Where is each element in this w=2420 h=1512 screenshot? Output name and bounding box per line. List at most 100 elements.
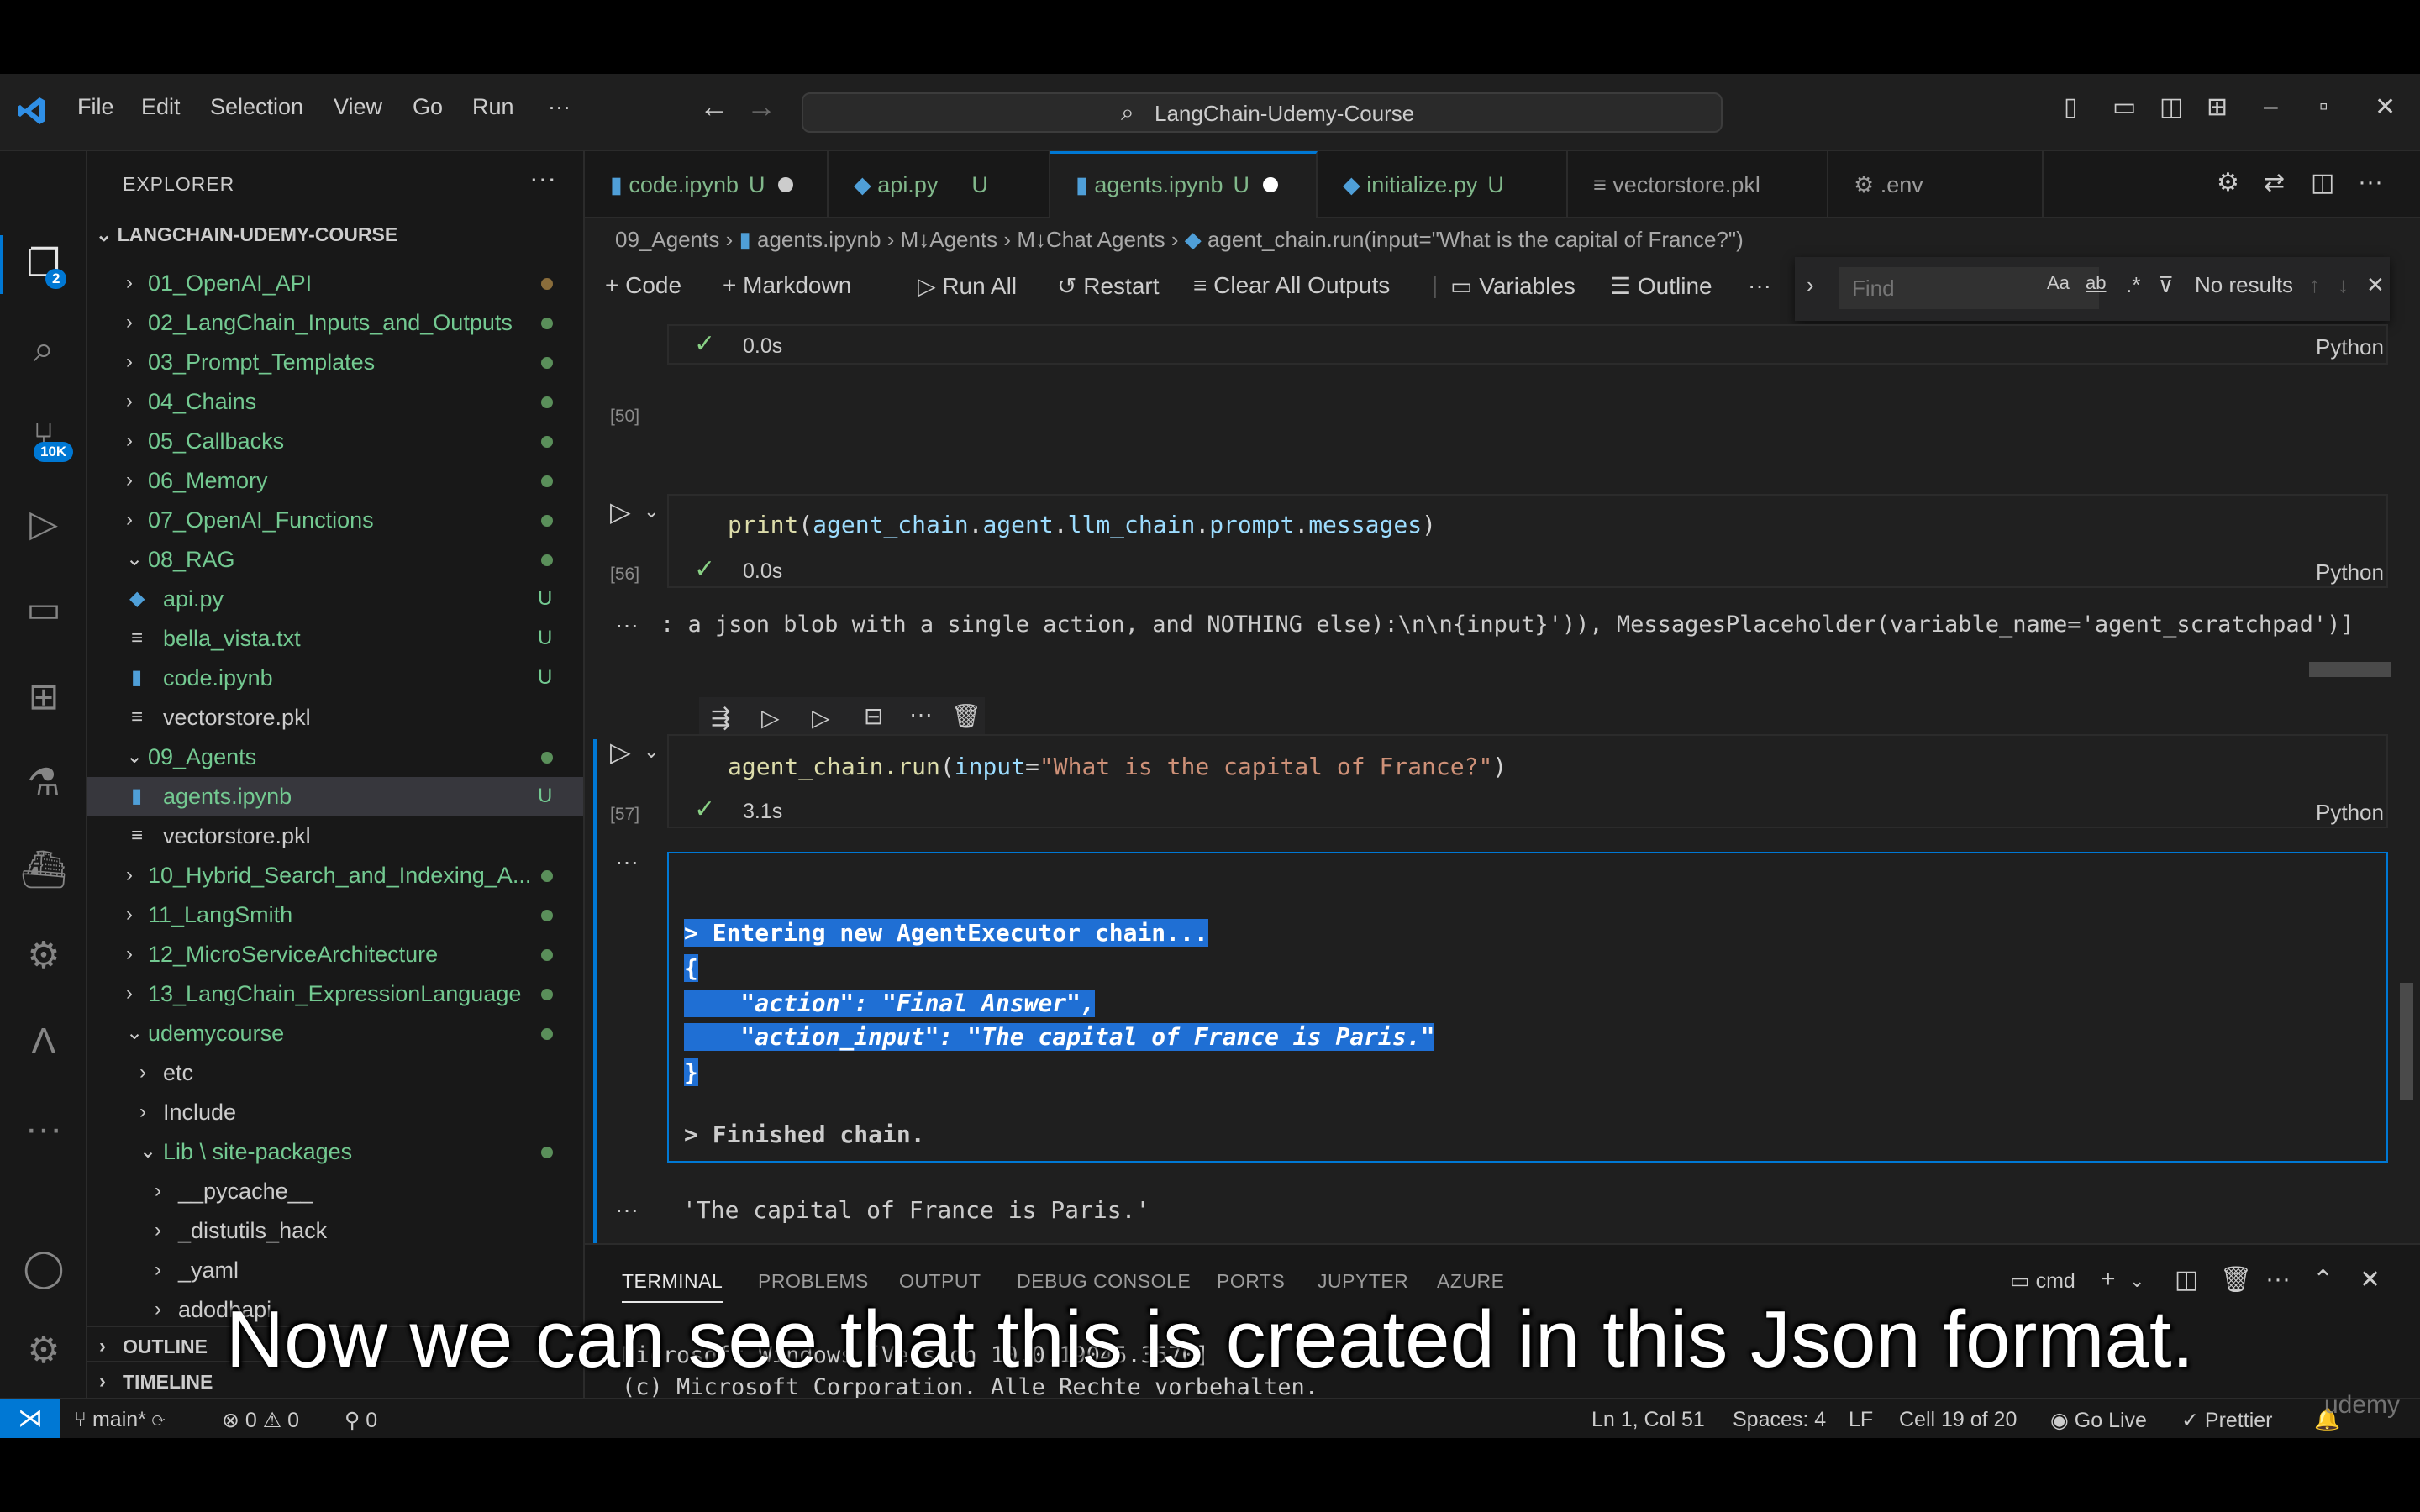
breadcrumb-item[interactable]: 09_Agents	[615, 227, 719, 252]
code-cell-57[interactable]: agent_chain.run(input="What is the capit…	[667, 734, 2388, 828]
azure-icon[interactable]: Λ	[18, 1016, 69, 1067]
cursor-position[interactable]: Ln 1, Col 51	[1591, 1408, 1705, 1432]
ports-indicator[interactable]: ⚲ 0	[345, 1408, 377, 1433]
tree-folder-udemycourse[interactable]: ⌄ udemycourse	[87, 1014, 583, 1053]
jupyter-icon[interactable]: ⚙	[18, 931, 69, 981]
kill-terminal-icon[interactable]: 🗑	[2220, 1265, 2252, 1294]
tree-file-bella-vista[interactable]: ≡ bella_vista.txt U	[87, 619, 583, 658]
testing-icon[interactable]: ⚗	[18, 758, 69, 808]
output-more-icon[interactable]: ···	[615, 848, 639, 875]
vertical-scrollbar[interactable]	[2400, 983, 2413, 1100]
tab-vectorstore-pkl[interactable]: ≡ vectorstore.pkl	[1568, 151, 1828, 218]
search-icon[interactable]: ⌕	[18, 324, 69, 375]
end-of-line[interactable]: LF	[1849, 1408, 1873, 1432]
toggle-panel-icon[interactable]: ▭	[2112, 92, 2136, 122]
chevron-down-icon[interactable]: ⌄	[644, 501, 659, 522]
minimize-icon[interactable]: –	[2264, 92, 2278, 121]
regex-icon[interactable]: .*	[2126, 272, 2140, 298]
match-word-icon[interactable]: ab	[2086, 272, 2106, 294]
cell-more-icon[interactable]: ···	[909, 701, 933, 727]
next-match-icon[interactable]: ↓	[2338, 272, 2349, 298]
chevron-down-icon[interactable]: ⌄	[644, 741, 659, 763]
indentation[interactable]: Spaces: 4	[1733, 1408, 1826, 1432]
tree-folder-10[interactable]: › 10_Hybrid_Search_and_Indexing_A...	[87, 856, 583, 895]
breadcrumb-item[interactable]: M↓Chat Agents	[1017, 227, 1165, 252]
tree-folder-11[interactable]: › 11_LangSmith	[87, 895, 583, 934]
tree-folder-01[interactable]: › 01_OpenAI_API	[87, 264, 583, 302]
command-center-search[interactable]: ⌕ LangChain-Udemy-Course	[802, 92, 1723, 133]
cell-language[interactable]: Python	[2316, 334, 2384, 360]
run-cell-icon[interactable]: ▷	[610, 736, 631, 768]
split-terminal-icon[interactable]: ◫	[2175, 1265, 2198, 1294]
close-panel-icon[interactable]: ✕	[2360, 1265, 2381, 1294]
remote-explorer-icon[interactable]: ▭	[18, 585, 69, 635]
tab-ports[interactable]: PORTS	[1217, 1270, 1285, 1293]
cell-output[interactable]: > Entering new AgentExecutor chain... { …	[667, 852, 2388, 1163]
filter-icon[interactable]: ⊽	[2158, 272, 2174, 298]
cell-language[interactable]: Python	[2316, 559, 2384, 585]
tree-file-api-py[interactable]: ◆ api.py U	[87, 580, 583, 618]
terminal-shell-selector[interactable]: ▭ cmd	[2010, 1268, 2075, 1294]
more-actions-icon[interactable]: ···	[2358, 168, 2383, 197]
run-debug-icon[interactable]: ▷	[18, 499, 69, 549]
menu-edit[interactable]: Edit	[141, 94, 181, 120]
tab-env[interactable]: ⚙ .env	[1828, 151, 2044, 218]
cell-indicator[interactable]: Cell 19 of 20	[1899, 1408, 2017, 1432]
run-cell-icon[interactable]: ▷	[610, 496, 631, 528]
toolbar-more-icon[interactable]: ···	[1748, 272, 1771, 299]
close-find-icon[interactable]: ✕	[2366, 272, 2385, 298]
run-below-icon[interactable]: ▷	[761, 704, 780, 732]
tree-folder-13[interactable]: › 13_LangChain_ExpressionLanguage	[87, 974, 583, 1013]
menu-more[interactable]: ···	[548, 94, 571, 120]
toggle-sidebar-icon[interactable]: ▯	[2064, 92, 2078, 122]
tree-file-vectorstore[interactable]: ≡ vectorstore.pkl	[87, 698, 583, 737]
menu-file[interactable]: File	[77, 94, 114, 120]
run-all-button[interactable]: ▷ Run All	[918, 272, 1017, 300]
cell-code[interactable]: print(agent_chain.agent.llm_chain.prompt…	[728, 511, 1436, 538]
tab-jupyter[interactable]: JUPYTER	[1318, 1270, 1408, 1293]
tab-initialize-py[interactable]: ◆ initialize.py U	[1318, 151, 1568, 218]
tab-azure[interactable]: AZURE	[1437, 1270, 1504, 1293]
tree-folder-etc[interactable]: › etc	[87, 1053, 583, 1092]
breadcrumb-item[interactable]: agent_chain.run(input="What is the capit…	[1207, 227, 1744, 252]
previous-match-icon[interactable]: ↑	[2309, 272, 2320, 298]
maximize-panel-icon[interactable]: ⌃	[2312, 1265, 2333, 1294]
docker-icon[interactable]: ⛴	[18, 845, 69, 895]
accounts-icon[interactable]: ◯	[18, 1243, 69, 1294]
tree-folder-lib[interactable]: ⌄ Lib \ site-packages	[87, 1132, 583, 1171]
code-cell-50[interactable]: ✓ 0.0s Python	[667, 324, 2388, 365]
add-code-button[interactable]: + Code	[605, 272, 681, 299]
breadcrumb-item[interactable]: agents.ipynb	[757, 227, 881, 252]
forward-arrow-icon[interactable]: →	[746, 89, 776, 124]
tree-folder-06[interactable]: › 06_Memory	[87, 461, 583, 500]
code-cell-56[interactable]: print(agent_chain.agent.llm_chain.prompt…	[667, 494, 2388, 588]
delete-cell-icon[interactable]: 🗑	[951, 702, 981, 730]
toggle-replace-icon[interactable]: ›	[1807, 272, 1814, 298]
remote-indicator-icon[interactable]: ⋊	[0, 1399, 60, 1438]
menu-run[interactable]: Run	[472, 94, 514, 120]
outline-button[interactable]: ☰ Outline	[1610, 272, 1712, 300]
menu-view[interactable]: View	[334, 94, 382, 120]
tab-debug-console[interactable]: DEBUG CONSOLE	[1017, 1270, 1191, 1293]
maximize-icon[interactable]: ▫	[2319, 92, 2328, 121]
go-live-button[interactable]: ◉ Go Live	[2050, 1408, 2147, 1433]
menu-selection[interactable]: Selection	[210, 94, 303, 120]
cell-code[interactable]: agent_chain.run(input="What is the capit…	[728, 753, 1507, 780]
more-views-icon[interactable]: ···	[18, 1104, 69, 1154]
branch-indicator[interactable]: ⑂ main* ⟳	[74, 1408, 165, 1432]
problems-indicator[interactable]: ⊗ 0 ⚠ 0	[222, 1408, 299, 1433]
tab-api-py[interactable]: ◆ api.py U	[829, 151, 1050, 218]
split-cell-icon[interactable]: ⊟	[864, 702, 883, 730]
tab-code-ipynb[interactable]: ▮ code.ipynb U	[585, 151, 829, 218]
customize-layout-icon[interactable]: ⊞	[2207, 92, 2228, 122]
tree-file-agents-ipynb[interactable]: ▮ agents.ipynb U	[87, 777, 583, 816]
cell-language[interactable]: Python	[2316, 800, 2384, 826]
menu-go[interactable]: Go	[413, 94, 443, 120]
tree-folder-04[interactable]: › 04_Chains	[87, 382, 583, 421]
chevron-down-icon[interactable]: ⌄	[2129, 1270, 2144, 1292]
tree-folder-02[interactable]: › 02_LangChain_Inputs_and_Outputs	[87, 303, 583, 342]
tab-output[interactable]: OUTPUT	[899, 1270, 981, 1293]
run-above-icon[interactable]: ⇶	[711, 704, 730, 732]
add-markdown-button[interactable]: + Markdown	[723, 272, 851, 299]
tree-folder-pycache[interactable]: › __pycache__	[87, 1172, 583, 1210]
